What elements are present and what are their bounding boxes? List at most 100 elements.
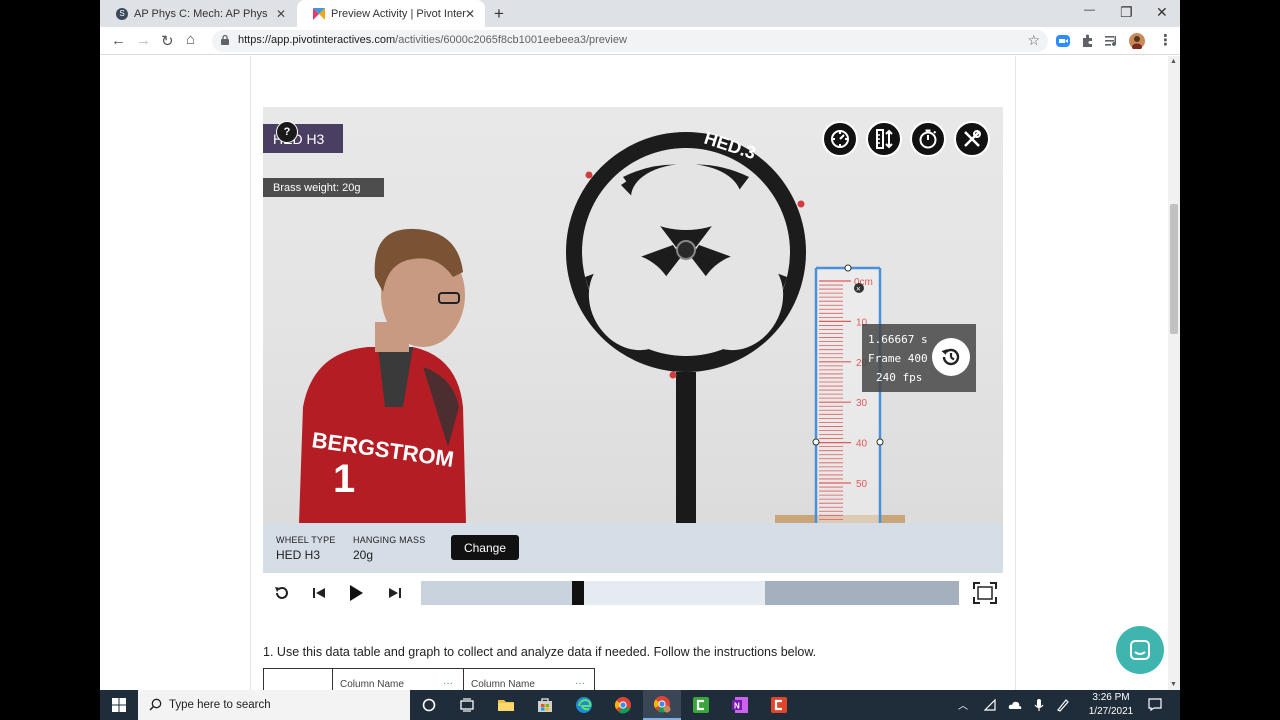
cortana-icon[interactable] (410, 690, 448, 720)
taskbar: Type here to search N ︿ 3:26 PM 1/27/202… (100, 690, 1180, 720)
start-button[interactable] (100, 690, 138, 720)
data-table-header: Column Name ··· Column Name ··· (263, 668, 595, 690)
timer-fps: 240 fps (876, 371, 923, 384)
help-button[interactable]: ? (276, 121, 298, 143)
camtasia-recorder-icon[interactable] (760, 690, 798, 720)
notifications-icon[interactable] (1148, 698, 1162, 711)
fullscreen-icon[interactable] (973, 582, 997, 604)
player-controls (263, 577, 1003, 609)
windows-icon (112, 698, 126, 712)
ruler-tick-label: 50 (856, 479, 868, 490)
minimize-button[interactable]: — (1084, 4, 1095, 16)
taskbar-clock[interactable]: 3:26 PM 1/27/2021 (1076, 691, 1146, 719)
store-icon[interactable] (526, 690, 564, 720)
video-scrubber[interactable] (421, 581, 959, 605)
scroll-up-icon[interactable]: ▲ (1170, 58, 1177, 65)
camtasia-icon[interactable] (682, 690, 720, 720)
url-text: https://app.pivotinteractives.com/activi… (238, 34, 627, 46)
close-tab-icon[interactable]: ✕ (276, 7, 286, 21)
onenote-icon[interactable]: N (721, 690, 759, 720)
microphone-icon[interactable] (1034, 698, 1044, 712)
table-header-cell[interactable]: Column Name ··· (332, 669, 463, 690)
onedrive-icon[interactable] (1008, 700, 1022, 710)
scrubber-buffered (583, 581, 766, 605)
play-button[interactable] (346, 583, 366, 603)
wheel-type-info: WHEEL TYPE HED H3 (276, 535, 336, 562)
stopwatch-tool-button[interactable] (910, 121, 946, 157)
info-bar: WHEEL TYPE HED H3 HANGING MASS 20g Chang… (263, 523, 1003, 573)
video-player[interactable]: HED.3 BERGSTROM 1 0cm 10 30 40 50 × HED … (263, 107, 1003, 523)
page-scrollbar[interactable]: ▲ ▼ (1168, 56, 1180, 690)
svg-text:N: N (734, 702, 740, 711)
question-text: 1. Use this data table and graph to coll… (263, 645, 816, 659)
taskbar-search[interactable]: Type here to search (138, 690, 410, 720)
column-name: Column Name (471, 679, 535, 690)
ruler-tool-button[interactable] (866, 121, 902, 157)
restart-icon (275, 586, 288, 599)
chat-support-button[interactable] (1116, 626, 1164, 674)
tools-button[interactable] (954, 121, 990, 157)
video-frame: HED.3 BERGSTROM 1 0cm10304050 × (299, 128, 905, 523)
ruler-tick-label: 30 (856, 398, 868, 409)
step-forward-icon (389, 588, 401, 598)
ruler-tool[interactable]: 0cm1020304050 × (812, 264, 884, 523)
pivot-icon (313, 7, 325, 20)
search-icon (149, 698, 162, 711)
address-bar[interactable]: https://app.pivotinteractives.com/activi… (212, 30, 1048, 52)
wheel-type-value: HED H3 (276, 548, 321, 562)
brass-weight-label: Brass weight: 20g (263, 178, 384, 197)
tools-icon (964, 130, 981, 147)
protractor-tool-button[interactable] (822, 121, 858, 157)
timer-reset-button[interactable] (932, 338, 970, 376)
wheel-stand (676, 372, 696, 523)
forward-icon[interactable]: → (136, 32, 151, 49)
ruler-handle-top[interactable] (844, 264, 852, 272)
task-view-icon[interactable] (448, 690, 486, 720)
ruler-handle-right[interactable] (876, 438, 884, 446)
play-icon (350, 585, 363, 601)
wheel: HED.3 (566, 128, 806, 379)
network-icon[interactable] (984, 699, 996, 711)
screen: S AP Phys C: Mech: AP Phys C: Mec ✕ Prev… (0, 0, 1280, 720)
edge-icon[interactable] (565, 690, 603, 720)
svg-text:×: × (856, 285, 861, 294)
media-control-icon[interactable] (1104, 33, 1120, 49)
column-menu-icon[interactable]: ··· (575, 678, 585, 689)
step-forward-button[interactable] (385, 583, 405, 603)
wheel-type-label: HED H3 (263, 124, 343, 153)
scrubber-playhead[interactable] (571, 581, 584, 605)
tab-title: AP Phys C: Mech: AP Phys C: Mec (134, 7, 269, 20)
home-icon[interactable]: ⌂ (186, 31, 195, 48)
profile-avatar[interactable] (1129, 33, 1145, 49)
column-menu-icon[interactable]: ··· (443, 678, 453, 689)
back-icon[interactable]: ← (111, 32, 126, 49)
table-header-cell[interactable]: Column Name ··· (463, 669, 595, 690)
protractor-icon (831, 130, 849, 148)
bookmark-star-icon[interactable]: ☆ (1027, 32, 1040, 49)
chrome-active-icon[interactable] (643, 690, 681, 720)
reload-icon[interactable]: ↻ (161, 32, 174, 50)
tray-expand-icon[interactable]: ︿ (958, 697, 968, 712)
scroll-down-icon[interactable]: ▼ (1170, 681, 1177, 688)
scrollbar-thumb[interactable] (1170, 204, 1178, 334)
change-button[interactable]: Change (451, 535, 519, 560)
extensions-icon[interactable] (1080, 33, 1096, 49)
clock-time: 3:26 PM (1092, 692, 1130, 703)
tab-pivot[interactable]: Preview Activity | Pivot Interactive ✕ (297, 0, 485, 27)
file-explorer-icon[interactable] (487, 690, 525, 720)
zoom-extension-icon[interactable] (1055, 33, 1071, 49)
new-tab-button[interactable]: + (494, 4, 504, 24)
page: HED.3 BERGSTROM 1 0cm 10 30 40 50 × HED … (100, 56, 1168, 690)
chrome-icon[interactable] (604, 690, 642, 720)
question-number: 1. (263, 645, 274, 659)
ruler-handle-left[interactable] (812, 438, 820, 446)
tab-schoology[interactable]: S AP Phys C: Mech: AP Phys C: Mec ✕ (100, 0, 296, 27)
close-window-button[interactable]: ✕ (1156, 4, 1168, 21)
step-back-button[interactable] (309, 583, 329, 603)
timer-frame: Frame 400 (868, 352, 928, 365)
maximize-button[interactable]: ❐ (1120, 4, 1133, 21)
pen-icon[interactable] (1056, 698, 1070, 712)
restart-button[interactable] (272, 583, 292, 603)
close-tab-icon[interactable]: ✕ (465, 7, 475, 21)
menu-kebab-icon[interactable]: ⋮ (1158, 31, 1173, 49)
